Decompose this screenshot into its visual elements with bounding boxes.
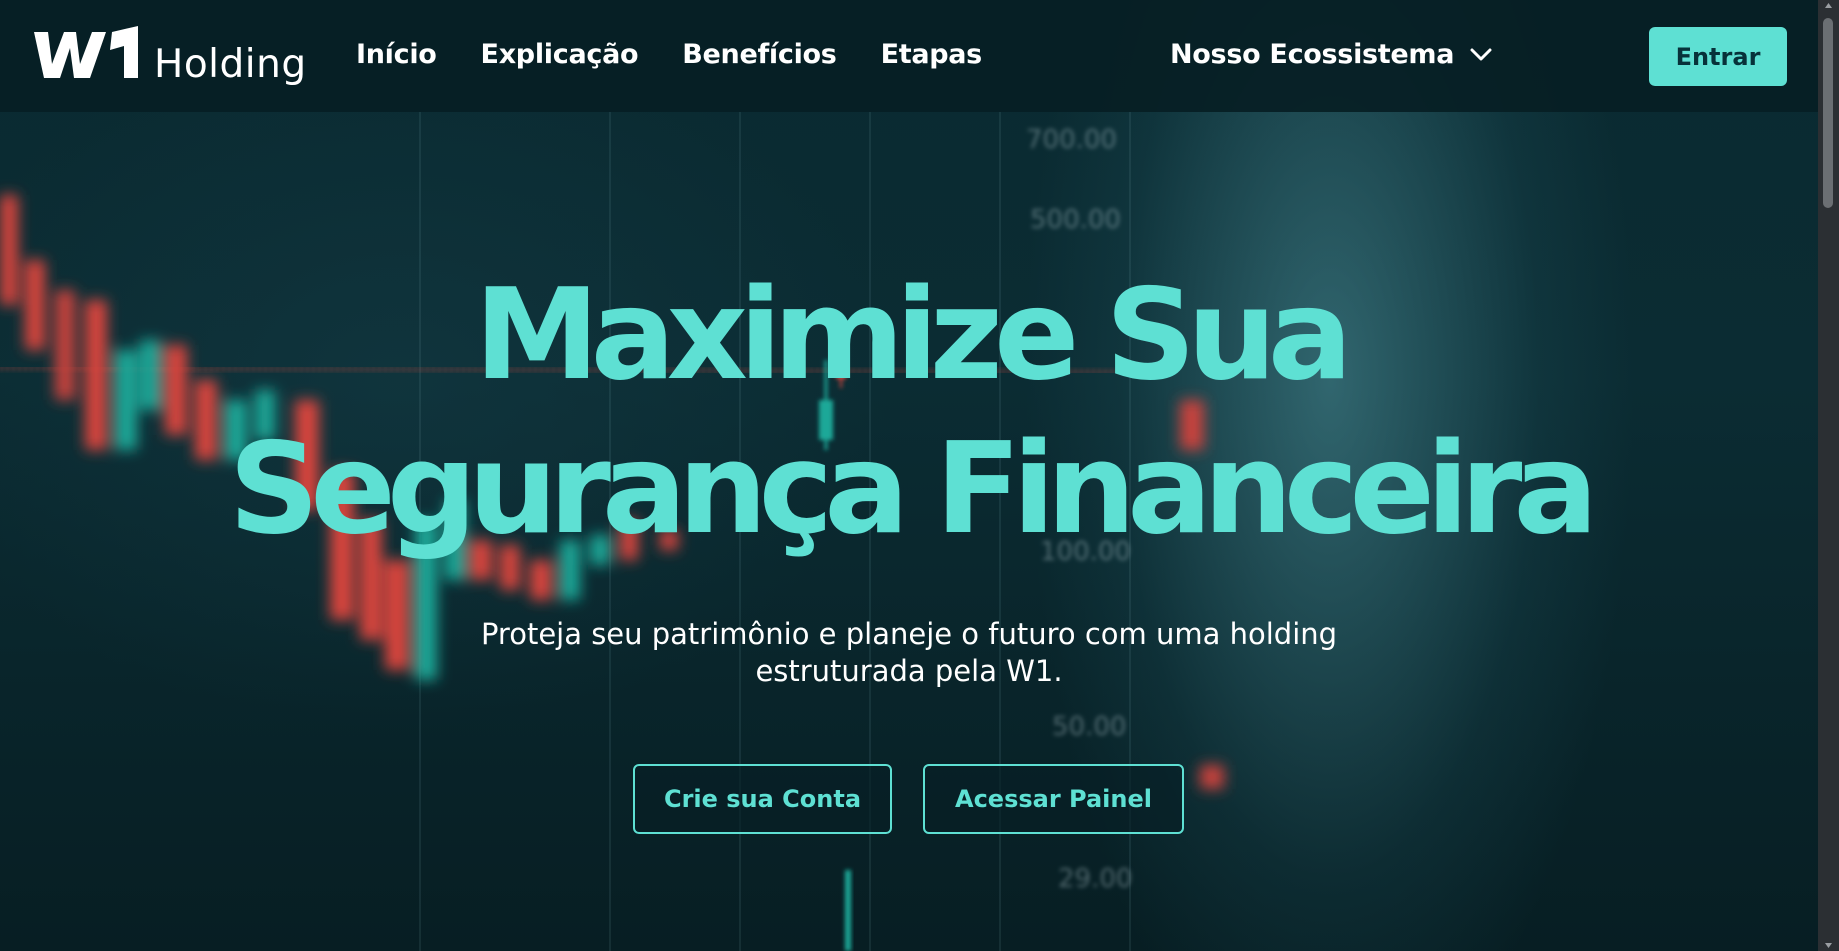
scrollbar-thumb[interactable]	[1823, 18, 1833, 208]
hero-title-line1: Maximize Sua	[474, 261, 1352, 408]
access-panel-button[interactable]: Acessar Painel	[923, 764, 1184, 834]
hero-title-line2: Segurança Financeira	[228, 415, 1599, 562]
hero-subtitle: Proteja seu patrimônio e planeje o futur…	[459, 616, 1359, 690]
price-label: 500.00	[1030, 205, 1121, 235]
logo-link[interactable]: Holding	[30, 24, 307, 84]
w1-logo-icon	[34, 26, 138, 78]
price-label: 29.00	[1058, 864, 1132, 894]
chevron-down-icon	[1470, 48, 1492, 61]
create-account-button[interactable]: Crie sua Conta	[633, 764, 892, 834]
hero-title: Maximize Sua Segurança Financeira	[0, 258, 1818, 566]
nav-item-beneficios[interactable]: Benefícios	[682, 38, 837, 72]
page: 700.00 500.00 100.00 50.00 29.00 Holding…	[0, 0, 1839, 951]
hero-subtitle-line1: Proteja seu patrimônio e planeje o futur…	[480, 617, 1338, 651]
ecosystem-dropdown[interactable]: Nosso Ecossistema	[1170, 38, 1492, 72]
price-label: 700.00	[1026, 125, 1117, 155]
price-label: 50.00	[1052, 712, 1126, 742]
logo-text: Holding	[154, 42, 307, 87]
ecosystem-label: Nosso Ecossistema	[1170, 39, 1455, 70]
login-button[interactable]: Entrar	[1649, 27, 1787, 86]
nav-item-inicio[interactable]: Início	[356, 38, 437, 72]
hero-subtitle-line2: estruturada pela W1.	[755, 654, 1063, 688]
nav-item-etapas[interactable]: Etapas	[881, 38, 983, 72]
nav-item-explicacao[interactable]: Explicação	[481, 38, 639, 72]
main-nav: Início Explicação Benefícios Etapas	[356, 38, 1026, 72]
scrollbar[interactable]	[1818, 0, 1839, 951]
scroll-up-arrow-icon[interactable]	[1824, 2, 1833, 10]
site-header: Holding Início Explicação Benefícios Eta…	[0, 0, 1818, 112]
scroll-down-arrow-icon[interactable]	[1824, 941, 1833, 949]
